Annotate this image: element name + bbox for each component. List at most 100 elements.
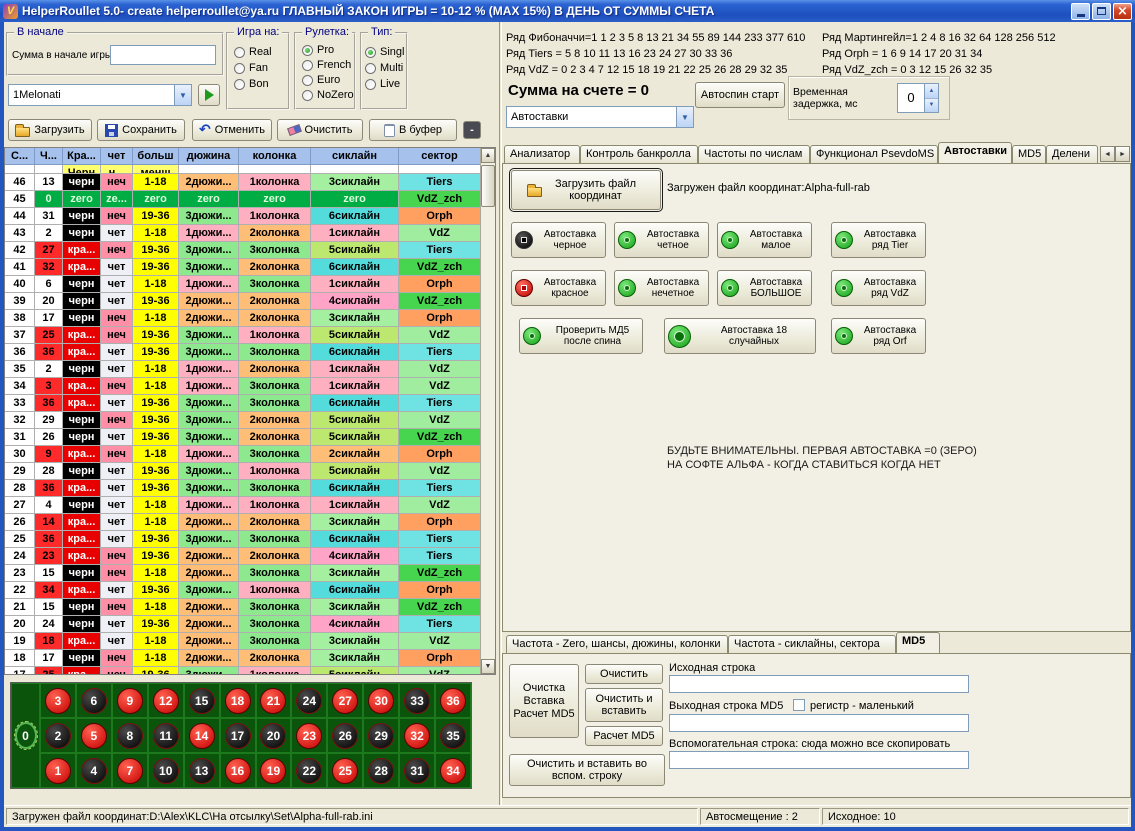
- board-cell[interactable]: 13: [184, 753, 220, 788]
- table-row[interactable]: 309кра...неч1-181дюжи...3колонка2сиклайн…: [5, 446, 481, 463]
- table-row[interactable]: 1817черннеч1-182дюжи...2колонка3сиклайнO…: [5, 650, 481, 667]
- table-row[interactable]: 2536кра...чет19-363дюжи...3колонка6сикла…: [5, 531, 481, 548]
- board-number[interactable]: 16: [225, 758, 251, 784]
- board-number[interactable]: 11: [153, 723, 179, 749]
- board-cell[interactable]: 33: [399, 683, 435, 718]
- table-row[interactable]: 3920чернчет19-362дюжи...2колонка4сиклайн…: [5, 293, 481, 310]
- md5-aux-input[interactable]: [669, 751, 969, 769]
- board-cell[interactable]: 32: [399, 718, 435, 753]
- lowercase-checkbox[interactable]: [793, 699, 805, 711]
- board-number[interactable]: 18: [225, 688, 251, 714]
- profile-combo[interactable]: 1Melonati ▼: [8, 84, 192, 106]
- tab-freq-chances[interactable]: Частота - Zero, шансы, дюжины, колонки: [506, 635, 728, 653]
- board-cell[interactable]: 9: [112, 683, 148, 718]
- delay-input[interactable]: 0: [898, 84, 924, 112]
- table-row[interactable]: 274чернчет1-181дюжи...1колонка1сиклайнVd…: [5, 497, 481, 514]
- copy-to-buffer-button[interactable]: В буфер: [369, 119, 457, 141]
- tab-scroll-right-button[interactable]: ►: [1115, 146, 1130, 162]
- autobet-tier-button[interactable]: Автоставка ряд Tier: [831, 222, 926, 258]
- board-number[interactable]: 32: [404, 723, 430, 749]
- board-cell[interactable]: 24: [291, 683, 327, 718]
- radio-fan[interactable]: Fan: [234, 62, 268, 74]
- radio-real[interactable]: Real: [234, 46, 272, 58]
- maximize-button[interactable]: [1092, 3, 1111, 20]
- board-cell[interactable]: 18: [220, 683, 256, 718]
- board-cell[interactable]: 35: [435, 718, 471, 753]
- autobet-low-button[interactable]: Автоставка малое: [717, 222, 812, 258]
- clear-paste-aux-button[interactable]: Очистить и вставить во вспом. строку: [509, 754, 665, 786]
- board-number[interactable]: 21: [260, 688, 286, 714]
- autobet-high-button[interactable]: Автоставка БОЛЬШОЕ: [717, 270, 812, 306]
- autospin-start-button[interactable]: Автоспин старт: [695, 82, 785, 108]
- board-number[interactable]: 23: [296, 723, 322, 749]
- spin-down-button[interactable]: ▼: [925, 99, 938, 113]
- table-row[interactable]: 3126чернчет19-363дюжи...2колонка5сиклайн…: [5, 429, 481, 446]
- table-row[interactable]: 3336кра...чет19-363дюжи...3колонка6сикла…: [5, 395, 481, 412]
- board-number[interactable]: 6: [81, 688, 107, 714]
- chevron-down-icon[interactable]: ▼: [174, 85, 191, 105]
- tab-bankroll[interactable]: Контроль банкролла: [580, 145, 698, 163]
- autobet-18-random-button[interactable]: Автоставка 18 случайных: [664, 318, 816, 354]
- board-number[interactable]: 14: [189, 723, 215, 749]
- table-row[interactable]: 450zeroze...zerozerozerozeroVdZ_zch: [5, 191, 481, 208]
- radio-nozero[interactable]: NoZero: [302, 89, 354, 101]
- board-number[interactable]: 15: [189, 688, 215, 714]
- table-row[interactable]: 3817черннеч1-182дюжи...2колонка3сиклайнO…: [5, 310, 481, 327]
- table-row[interactable]: 2024чернчет19-362дюжи...3колонка4сиклайн…: [5, 616, 481, 633]
- close-button[interactable]: ×: [1113, 3, 1132, 20]
- board-number[interactable]: 1: [45, 758, 71, 784]
- table-row[interactable]: 2115черннеч1-182дюжи...3колонка3сиклайнV…: [5, 599, 481, 616]
- table-row[interactable]: 3636кра...чет19-363дюжи...3колонка6сикла…: [5, 344, 481, 361]
- start-play-button[interactable]: [198, 84, 220, 106]
- tab-md5-tools[interactable]: MD5: [896, 632, 940, 653]
- radio-euro[interactable]: Euro: [302, 74, 340, 86]
- board-number[interactable]: 17: [225, 723, 251, 749]
- board-number[interactable]: 28: [368, 758, 394, 784]
- board-cell[interactable]: 30: [363, 683, 399, 718]
- board-number[interactable]: 33: [404, 688, 430, 714]
- table-row[interactable]: 4613черннеч1-182дюжи...1колонка3сиклайнT…: [5, 174, 481, 191]
- board-number[interactable]: 24: [296, 688, 322, 714]
- board-number[interactable]: 13: [189, 758, 215, 784]
- board-number[interactable]: 34: [440, 758, 466, 784]
- tab-psevdoms[interactable]: Функционал PsevdoMS: [810, 145, 938, 163]
- table-row[interactable]: 3229черннеч19-363дюжи...2колонка5сиклайн…: [5, 412, 481, 429]
- board-cell[interactable]: 8: [112, 718, 148, 753]
- board-number[interactable]: 26: [332, 723, 358, 749]
- board-number[interactable]: 31: [404, 758, 430, 784]
- board-number[interactable]: 19: [260, 758, 286, 784]
- scroll-down-button[interactable]: ▼: [481, 659, 495, 674]
- board-cell[interactable]: 25: [327, 753, 363, 788]
- board-number[interactable]: 12: [153, 688, 179, 714]
- board-cell[interactable]: 5: [76, 718, 112, 753]
- board-number[interactable]: 20: [260, 723, 286, 749]
- save-button[interactable]: Сохранить: [97, 119, 185, 141]
- board-number[interactable]: 10: [153, 758, 179, 784]
- board-number[interactable]: 8: [117, 723, 143, 749]
- radio-bon[interactable]: Bon: [234, 78, 269, 90]
- board-number[interactable]: 9: [117, 688, 143, 714]
- undo-button[interactable]: ↶Отменить: [192, 119, 272, 141]
- tab-number-frequencies[interactable]: Частоты по числам: [698, 145, 810, 163]
- tab-analyzer[interactable]: Анализатор: [504, 145, 580, 163]
- md5-clear-button[interactable]: Очистить: [585, 664, 663, 684]
- board-cell[interactable]: 15: [184, 683, 220, 718]
- table-row[interactable]: 343кра...неч1-181дюжи...3колонка1сиклайн…: [5, 378, 481, 395]
- start-sum-input[interactable]: [110, 45, 216, 65]
- board-cell[interactable]: 34: [435, 753, 471, 788]
- board-cell[interactable]: 4: [76, 753, 112, 788]
- board-cell[interactable]: 14: [184, 718, 220, 753]
- tab-division[interactable]: Делени: [1046, 145, 1098, 163]
- board-number[interactable]: 25: [332, 758, 358, 784]
- board-cell[interactable]: 23: [291, 718, 327, 753]
- board-cell[interactable]: 1: [40, 753, 76, 788]
- board-cell[interactable]: 2: [40, 718, 76, 753]
- board-cell[interactable]: 20: [256, 718, 292, 753]
- chevron-down-icon[interactable]: ▼: [676, 107, 693, 127]
- board-number[interactable]: 27: [332, 688, 358, 714]
- spin-up-button[interactable]: ▲: [925, 84, 938, 99]
- board-number[interactable]: 22: [296, 758, 322, 784]
- table-row[interactable]: 432чернчет1-181дюжи...2колонка1сиклайнVd…: [5, 225, 481, 242]
- table-row[interactable]: 1918кра...чет1-182дюжи...3колонка3сиклай…: [5, 633, 481, 650]
- board-cell[interactable]: 22: [291, 753, 327, 788]
